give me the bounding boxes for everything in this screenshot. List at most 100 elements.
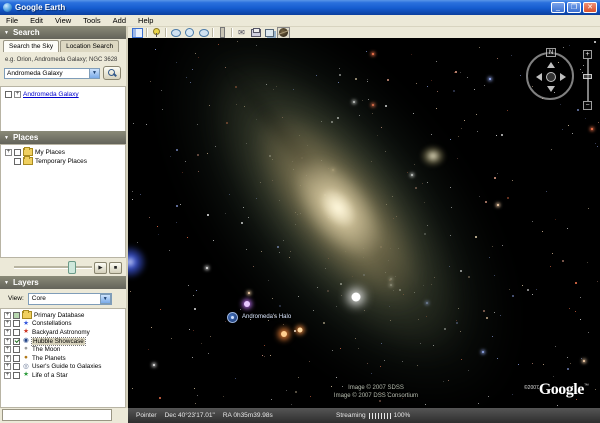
search-result-row[interactable]: + Andromeda Galaxy (1, 90, 125, 98)
sky-viewport[interactable]: Andromeda's Halo N + − Image © 2007 SDSS… (128, 38, 600, 408)
expand-icon[interactable]: + (4, 363, 11, 370)
print-icon (251, 29, 261, 37)
view-select[interactable]: Core ▼ (28, 293, 112, 305)
zoom-in-button[interactable]: + (583, 50, 592, 59)
temporary-places-label[interactable]: Temporary Places (35, 158, 87, 165)
andromedas-halo-label[interactable]: Andromeda's Halo (242, 314, 291, 320)
search-result-link[interactable]: Andromeda Galaxy (23, 91, 79, 98)
pan-down-arrow[interactable] (547, 86, 555, 92)
expand-icon[interactable]: + (4, 338, 11, 345)
layer-label[interactable]: Life of a Star (32, 372, 68, 379)
minimize-button[interactable]: _ (551, 2, 565, 13)
tab-search-the-sky[interactable]: Search the Sky (3, 40, 59, 52)
my-places-row[interactable]: + My Places (1, 147, 125, 156)
search-dropdown-button[interactable]: ▼ (89, 68, 100, 79)
add-image-overlay-button[interactable] (198, 28, 209, 38)
google-watermark: ©2007 Google ™ (524, 382, 589, 398)
app-icon (3, 3, 12, 12)
users-guide-checkbox[interactable] (13, 363, 20, 370)
temporary-places-row[interactable]: Temporary Places (1, 156, 125, 165)
layer-label-selected[interactable]: Hubble Showcase (32, 338, 85, 345)
layer-row-primary-database[interactable]: + Primary Database (1, 311, 125, 320)
layer-label[interactable]: User's Guide to Galaxies (32, 363, 101, 370)
menu-edit[interactable]: Edit (24, 16, 49, 25)
search-input[interactable] (4, 68, 90, 79)
layer-row-users-guide[interactable]: + ◎ User's Guide to Galaxies (1, 363, 125, 372)
my-places-checkbox[interactable] (14, 149, 21, 156)
layers-panel-header[interactable]: ▼ Layers (0, 276, 126, 289)
the-moon-checkbox[interactable] (13, 346, 20, 353)
compass-north-button[interactable]: N (546, 48, 556, 57)
expand-icon[interactable]: + (14, 91, 21, 98)
maximize-button[interactable]: ❐ (567, 2, 581, 13)
search-button[interactable] (103, 66, 121, 80)
search-panel-header[interactable]: ▼ Search (0, 26, 126, 39)
close-button[interactable]: ✕ (583, 2, 597, 13)
layer-label[interactable]: Primary Database (34, 312, 84, 319)
play-tour-button[interactable]: ▶ (94, 262, 107, 274)
my-places-label[interactable]: My Places (35, 149, 65, 156)
tour-slider-handle[interactable] (68, 261, 76, 274)
expand-icon[interactable]: + (4, 312, 11, 319)
layer-row-hubble-showcase[interactable]: + ◉ Hubble Showcase (1, 337, 125, 346)
zoom-slider-handle[interactable] (583, 74, 592, 79)
view-in-maps-button[interactable] (264, 28, 275, 38)
pan-left-arrow[interactable] (536, 73, 542, 81)
expand-icon[interactable]: + (4, 329, 11, 336)
layer-row-the-moon[interactable]: + ● The Moon (1, 345, 125, 354)
email-button[interactable]: ✉ (236, 28, 247, 38)
result-checkbox[interactable] (5, 91, 12, 98)
zoom-slider[interactable]: + − (582, 50, 594, 110)
constellations-checkbox[interactable] (13, 320, 20, 327)
zoom-slider-track[interactable] (587, 59, 589, 101)
backyard-astronomy-checkbox[interactable] (13, 329, 20, 336)
menu-view[interactable]: View (49, 16, 77, 25)
planet-icon (279, 28, 288, 37)
menu-add[interactable]: Add (107, 16, 132, 25)
stop-tour-button[interactable]: ■ (109, 262, 122, 274)
layer-label[interactable]: Backyard Astronomy (32, 329, 90, 336)
tab-location-search[interactable]: Location Search (60, 40, 119, 52)
layer-row-the-planets[interactable]: + ● The Planets (1, 354, 125, 363)
places-panel-header[interactable]: ▼ Places (0, 131, 126, 144)
print-button[interactable] (250, 28, 261, 38)
zoom-out-button[interactable]: − (583, 101, 592, 110)
path-icon (185, 28, 194, 37)
ruler-button[interactable] (217, 28, 228, 38)
add-placemark-button[interactable] (151, 28, 162, 38)
sky-earth-toggle-button[interactable] (278, 28, 289, 38)
toggle-sidebar-button[interactable] (132, 28, 143, 38)
the-planets-checkbox[interactable] (13, 355, 20, 362)
menu-file[interactable]: File (0, 16, 24, 25)
temporary-places-checkbox[interactable] (14, 158, 21, 165)
layer-row-constellations[interactable]: + ★ Constellations (1, 320, 125, 329)
expand-icon[interactable]: + (4, 355, 11, 362)
layer-label[interactable]: The Planets (32, 355, 66, 362)
layer-row-backyard-astronomy[interactable]: + ★ Backyard Astronomy (1, 328, 125, 337)
layer-label[interactable]: The Moon (32, 346, 60, 353)
compass-center-dot[interactable] (546, 72, 556, 82)
hubble-showcase-checkbox[interactable] (13, 338, 20, 345)
menu-tools[interactable]: Tools (77, 16, 107, 25)
expand-icon[interactable]: + (5, 149, 12, 156)
layer-row-life-of-a-star[interactable]: + ★ Life of a Star (1, 371, 125, 380)
add-polygon-button[interactable] (170, 28, 181, 38)
expand-icon[interactable]: + (4, 346, 11, 353)
copyright-year: ©2007 (524, 385, 539, 391)
polygon-icon (171, 29, 181, 37)
expand-icon[interactable]: + (4, 320, 11, 327)
companion-galaxy (420, 145, 446, 167)
toolbar-separator (165, 28, 167, 37)
primary-database-checkbox[interactable] (13, 312, 20, 319)
life-of-a-star-checkbox[interactable] (13, 372, 20, 379)
view-dropdown-button[interactable]: ▼ (100, 294, 111, 304)
pan-right-arrow[interactable] (560, 73, 566, 81)
expand-icon[interactable]: + (4, 372, 11, 379)
tour-slider-track[interactable] (14, 266, 92, 269)
navigation-compass[interactable]: N (522, 48, 580, 106)
andromedas-halo-placemark-icon[interactable] (227, 312, 238, 323)
pan-up-arrow[interactable] (547, 62, 555, 68)
layer-label[interactable]: Constellations (32, 320, 72, 327)
menu-help[interactable]: Help (132, 16, 159, 25)
add-path-button[interactable] (184, 28, 195, 38)
